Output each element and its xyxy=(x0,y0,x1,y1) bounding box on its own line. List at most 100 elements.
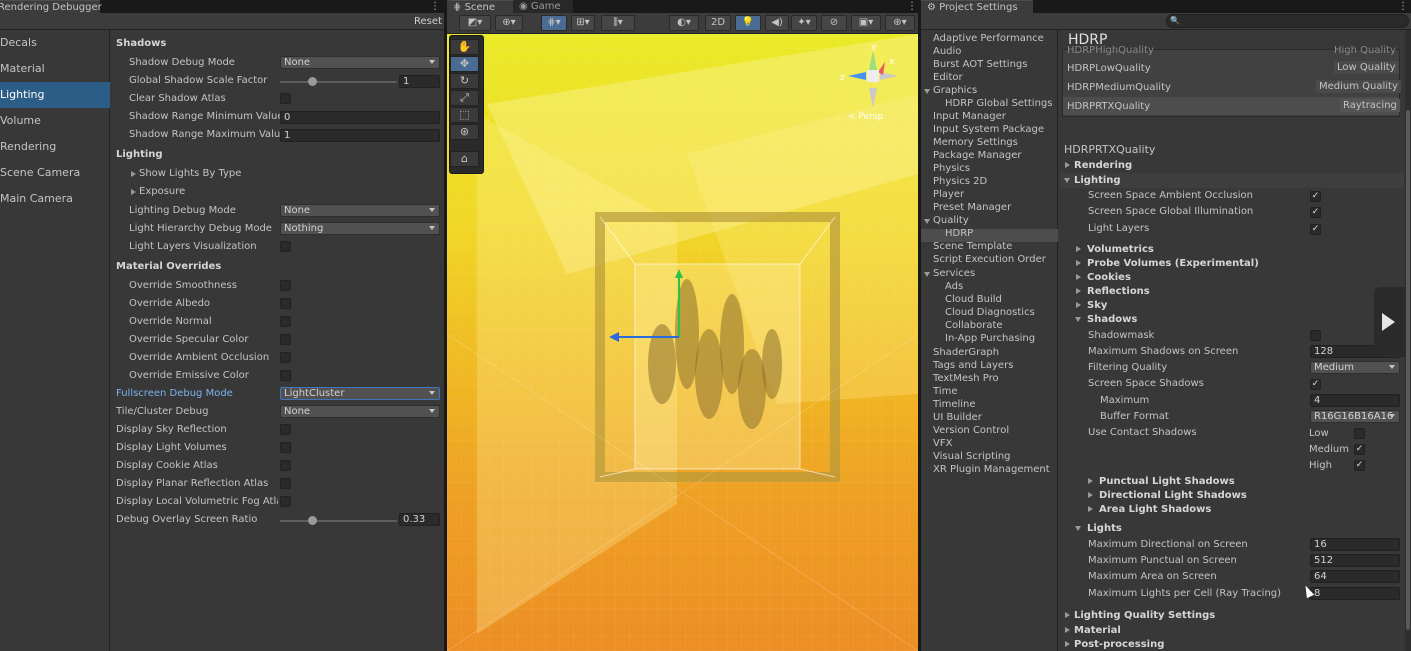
sss-maximum-field[interactable]: 4 xyxy=(1310,394,1400,407)
debug-overlay-ratio-track[interactable] xyxy=(280,520,397,522)
lights-fold-icon[interactable] xyxy=(1075,526,1081,531)
shadow-range-max-field[interactable]: 1 xyxy=(280,129,440,142)
scene-tab[interactable]: ⋕ Scene xyxy=(447,0,513,13)
punctual-light-shadows-section[interactable]: Punctual Light Shadows xyxy=(1099,476,1235,487)
debugger-kebab-icon[interactable]: ⋮ xyxy=(430,0,440,13)
lighting-section[interactable]: Lighting xyxy=(1074,175,1121,186)
nav-item[interactable]: Collaborate xyxy=(945,320,1003,331)
gizmos-button[interactable]: ⊕▾ xyxy=(885,15,915,31)
cookies-section[interactable]: Cookies xyxy=(1087,272,1131,283)
rendering-section[interactable]: Rendering xyxy=(1074,160,1132,171)
nav-item[interactable]: VFX xyxy=(933,438,952,449)
nav-item[interactable]: UI Builder xyxy=(933,412,982,423)
scene-viewport[interactable]: ✋ ✥ ↻ ⤢ ⬚ ⊛ ⌂ y z x < Persp xyxy=(447,34,918,651)
hand-tool-icon[interactable]: ✋ xyxy=(450,39,479,55)
lighting-quality-settings-section[interactable]: Lighting Quality Settings xyxy=(1074,610,1215,621)
light-hierarchy-debug-mode-dropdown[interactable]: Nothing xyxy=(280,222,440,235)
contact-low-checkbox[interactable] xyxy=(1354,428,1365,439)
nav-item[interactable]: In-App Purchasing xyxy=(945,333,1035,344)
override-albedo-checkbox[interactable] xyxy=(280,298,291,309)
cookies-fold-icon[interactable] xyxy=(1076,274,1081,280)
clear-shadow-atlas-checkbox[interactable] xyxy=(280,93,291,104)
screen-space-shadows-checkbox[interactable]: ✓ xyxy=(1310,379,1321,390)
override-normal-checkbox[interactable] xyxy=(280,316,291,327)
post-processing-section[interactable]: Post-processing xyxy=(1074,639,1164,650)
nav-item[interactable]: Services xyxy=(933,268,975,279)
nav-item[interactable]: Physics xyxy=(933,163,970,174)
debug-overlay-ratio-field[interactable]: 0.33 xyxy=(399,513,440,526)
display-sky-reflection-checkbox[interactable] xyxy=(280,424,291,435)
max-lights-per-cell-field[interactable]: 8 xyxy=(1310,587,1400,600)
project-settings-kebab-icon[interactable]: ⋮ xyxy=(1398,0,1408,13)
nav-item[interactable]: Adaptive Performance xyxy=(933,33,1044,44)
services-fold-icon[interactable] xyxy=(924,272,930,277)
category-rendering[interactable]: Rendering xyxy=(0,134,110,160)
effects-toggle-icon[interactable]: ✦▾ xyxy=(791,15,817,31)
asset-row[interactable]: HDRPRTXQuality xyxy=(1067,101,1150,112)
splitter[interactable] xyxy=(918,0,921,651)
scene-kebab-icon[interactable]: ⋮ xyxy=(907,0,917,13)
category-scene-camera[interactable]: Scene Camera xyxy=(0,160,110,186)
audio-toggle-icon[interactable]: ◀) xyxy=(765,15,789,31)
increment-snap-button[interactable]: ⫼▾ xyxy=(601,15,635,31)
nav-item[interactable]: Input System Package xyxy=(933,124,1044,135)
nav-item[interactable]: Preset Manager xyxy=(933,202,1011,213)
scrollbar-thumb[interactable] xyxy=(1406,110,1410,630)
nav-item[interactable]: Cloud Build xyxy=(945,294,1002,305)
reset-button[interactable]: Reset xyxy=(410,14,444,29)
hidden-objects-icon[interactable]: ⊘ xyxy=(821,15,847,31)
scale-tool-icon[interactable]: ⤢ xyxy=(450,90,479,106)
ssgi-checkbox[interactable]: ✓ xyxy=(1310,207,1321,218)
override-ambient-occlusion-checkbox[interactable] xyxy=(280,352,291,363)
nav-item[interactable]: Scene Template xyxy=(933,241,1012,252)
grid-button[interactable]: ⊞▾ xyxy=(571,15,595,31)
lighting-quality-fold-icon[interactable] xyxy=(1065,612,1070,618)
category-material[interactable]: Material xyxy=(0,56,110,82)
override-emissive-color-checkbox[interactable] xyxy=(280,370,291,381)
show-lights-fold-icon[interactable] xyxy=(131,171,136,177)
shadow-range-min-field[interactable]: 0 xyxy=(280,111,440,124)
global-shadow-scale-field[interactable]: 1 xyxy=(399,75,440,88)
volumetrics-fold-icon[interactable] xyxy=(1076,246,1081,252)
global-button[interactable]: ⊕▾ xyxy=(495,15,523,31)
nav-item[interactable]: Cloud Diagnostics xyxy=(945,307,1035,318)
volumetrics-section[interactable]: Volumetrics xyxy=(1087,244,1154,255)
sky-fold-icon[interactable] xyxy=(1076,302,1081,308)
show-lights-by-type-foldout[interactable]: Show Lights By Type xyxy=(139,168,241,179)
display-cookie-atlas-checkbox[interactable] xyxy=(280,460,291,471)
nav-item[interactable]: Graphics xyxy=(933,85,977,96)
filtering-quality-dropdown[interactable]: Medium xyxy=(1310,361,1400,374)
nav-item[interactable]: Script Execution Order xyxy=(933,254,1046,265)
nav-item[interactable]: XR Plugin Management xyxy=(933,464,1050,475)
rect-tool-icon[interactable]: ⬚ xyxy=(450,107,479,123)
reflections-fold-icon[interactable] xyxy=(1076,288,1081,294)
shading-button[interactable]: ◐▾ xyxy=(669,15,699,31)
transform-tool-icon[interactable]: ⊛ xyxy=(450,124,479,140)
probe-volumes-fold-icon[interactable] xyxy=(1076,260,1081,266)
max-area-field[interactable]: 64 xyxy=(1310,570,1400,583)
override-specular-color-checkbox[interactable] xyxy=(280,334,291,345)
splitter[interactable] xyxy=(444,0,447,651)
max-directional-field[interactable]: 16 xyxy=(1310,538,1400,551)
nav-item[interactable]: Player xyxy=(933,189,964,200)
nav-item[interactable]: ShaderGraph xyxy=(933,347,999,358)
sky-section[interactable]: Sky xyxy=(1087,300,1107,311)
display-local-volumetric-fog-atlas-checkbox[interactable] xyxy=(280,496,291,507)
custom-tool-icon[interactable]: ⌂ xyxy=(450,151,479,167)
quality-fold-icon[interactable] xyxy=(924,219,930,224)
toggle-2d-button[interactable]: 2D xyxy=(705,15,731,31)
directional-light-shadows-section[interactable]: Directional Light Shadows xyxy=(1099,490,1247,501)
override-smoothness-checkbox[interactable] xyxy=(280,280,291,291)
debugger-tab[interactable]: Rendering Debugger xyxy=(0,0,102,13)
orientation-gizmo[interactable]: y z x xyxy=(838,40,908,120)
graphics-fold-icon[interactable] xyxy=(924,89,930,94)
rotate-tool-icon[interactable]: ↻ xyxy=(450,73,479,89)
debug-overlay-ratio-thumb[interactable] xyxy=(308,516,317,525)
fullscreen-debug-mode-dropdown[interactable]: LightCluster xyxy=(280,387,440,400)
nav-item[interactable]: Physics 2D xyxy=(933,176,987,187)
rendering-fold-icon[interactable] xyxy=(1065,162,1070,168)
nav-item[interactable]: Editor xyxy=(933,72,963,83)
contact-medium-checkbox[interactable]: ✓ xyxy=(1354,444,1365,455)
nav-item[interactable]: Package Manager xyxy=(933,150,1021,161)
nav-item[interactable]: Input Manager xyxy=(933,111,1006,122)
